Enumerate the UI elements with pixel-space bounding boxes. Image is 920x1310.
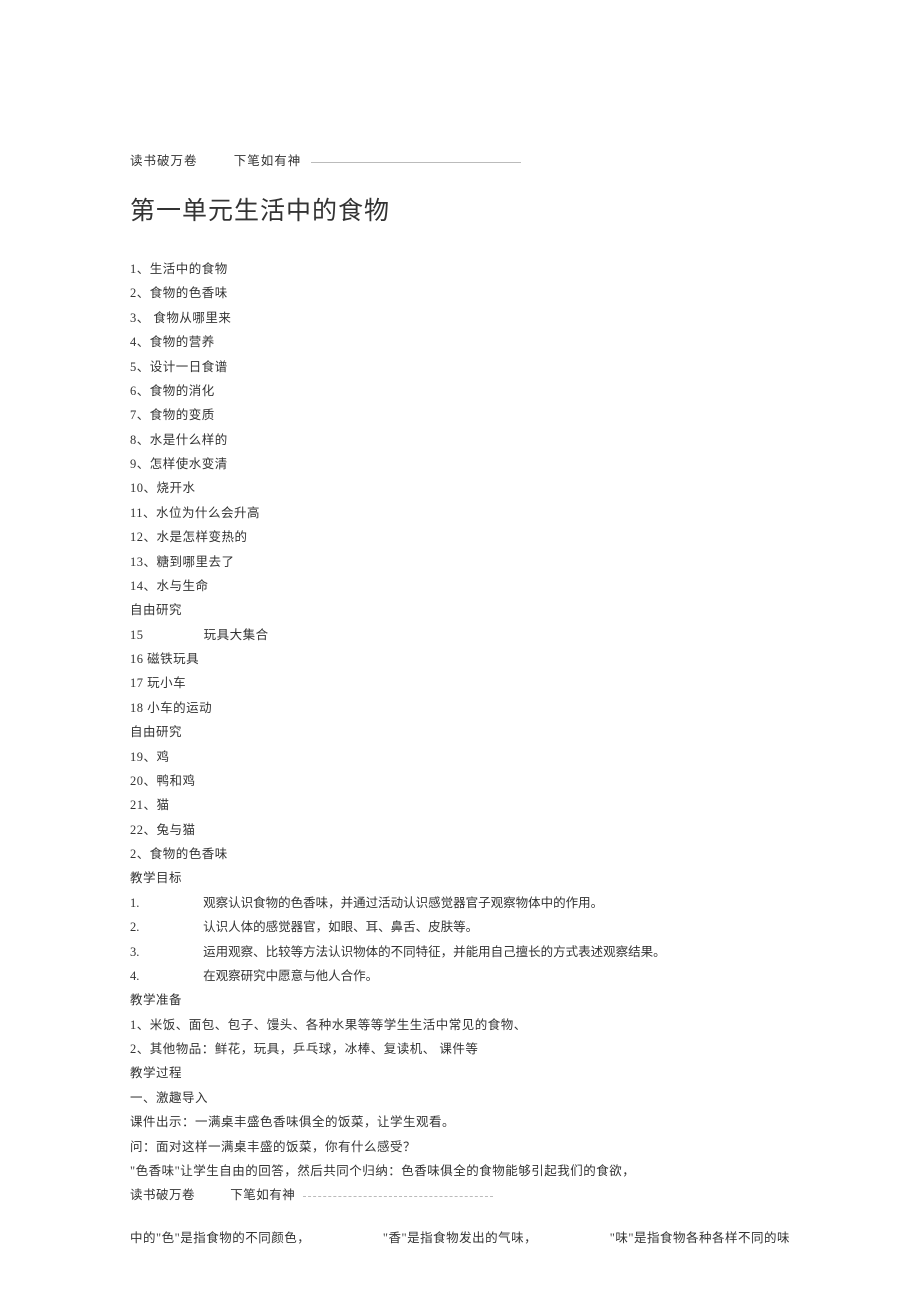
objective-number: 3. [130,940,200,964]
header-part1: 读书破万卷 [130,154,198,168]
toc-item: 22、兔与猫 [130,818,790,842]
tail-line: 中的"色"是指食物的不同颜色， "香"是指食物发出的气味， "味"是指食物各种各… [130,1226,790,1250]
header-part2: 下笔如有神 [234,154,302,168]
toc-item: 2、食物的色香味 [130,842,790,866]
toc-item-text: 玩具大集合 [204,628,269,642]
objective-item: 1. 观察认识食物的色香味，并通过活动认识感觉器官子观察物体中的作用。 [130,891,790,915]
objective-text: 观察认识食物的色香味，并通过活动认识感觉器官子观察物体中的作用。 [203,896,603,910]
objective-number: 4. [130,964,200,988]
tail-seg1: 中的"色"是指食物的不同颜色， [130,1226,310,1250]
objective-text: 运用观察、比较等方法认识物体的不同特征，并能用自己擅长的方式表述观察结果。 [203,945,666,959]
prep-item: 2、其他物品：鲜花，玩具，乒乓球，冰棒、复读机、 课件等 [130,1037,790,1061]
toc-item: 20、鸭和鸡 [130,769,790,793]
objective-number: 2. [130,915,200,939]
toc-item: 1、生活中的食物 [130,257,790,281]
process-heading: 教学过程 [130,1061,790,1085]
objectives-heading: 教学目标 [130,866,790,890]
footer-part2: 下笔如有神 [230,1188,295,1202]
toc-item: 5、设计一日食谱 [130,355,790,379]
toc-item: 14、水与生命 [130,574,790,598]
toc-item: 12、水是怎样变热的 [130,525,790,549]
process-subheading: 一、激趣导入 [130,1086,790,1110]
toc-item: 13、糖到哪里去了 [130,550,790,574]
toc-item: 6、食物的消化 [130,379,790,403]
toc-list: 1、生活中的食物 2、食物的色香味 3、 食物从哪里来 4、食物的营养 5、设计… [130,257,790,866]
tail-seg2: "香"是指食物发出的气味， [383,1226,537,1250]
page-footer: 读书破万卷 下笔如有神 [130,1183,790,1207]
objective-item: 4. 在观察研究中愿意与他人合作。 [130,964,790,988]
toc-item: 16 磁铁玩具 [130,647,790,671]
page-header: 读书破万卷 下笔如有神 [130,150,790,169]
toc-item: 10、烧开水 [130,476,790,500]
process-line: 问：面对这样一满桌丰盛的饭菜，你有什么感受？ [130,1135,790,1159]
toc-item: 15 玩具大集合 [130,623,790,647]
toc-item: 2、食物的色香味 [130,281,790,305]
toc-item-number: 15 [130,623,200,647]
footer-dash-underline [303,1196,493,1197]
prep-item: 1、米饭、面包、包子、馒头、各种水果等等学生生活中常见的食物、 [130,1013,790,1037]
toc-item: 18 小车的运动 [130,696,790,720]
objective-text: 在观察研究中愿意与他人合作。 [203,969,378,983]
objective-text: 认识人体的感觉器官，如眼、耳、鼻舌、皮肤等。 [203,920,478,934]
toc-item: 8、水是什么样的 [130,428,790,452]
toc-item: 11、水位为什么会升高 [130,501,790,525]
toc-item: 自由研究 [130,598,790,622]
objective-item: 2. 认识人体的感觉器官，如眼、耳、鼻舌、皮肤等。 [130,915,790,939]
document-page: 读书破万卷 下笔如有神 第一单元生活中的食物 1、生活中的食物 2、食物的色香味… [0,0,920,1310]
toc-item: 4、食物的营养 [130,330,790,354]
objective-item: 3. 运用观察、比较等方法认识物体的不同特征，并能用自己擅长的方式表述观察结果。 [130,940,790,964]
footer-part1: 读书破万卷 [130,1188,195,1202]
toc-item: 自由研究 [130,720,790,744]
process-line: "色香味"让学生自由的回答，然后共同个归纳：色香味俱全的食物能够引起我们的食欲， [130,1159,790,1183]
prep-heading: 教学准备 [130,988,790,1012]
unit-title: 第一单元生活中的食物 [130,191,790,227]
header-underline [311,162,521,163]
objective-number: 1. [130,891,200,915]
tail-seg3: "味"是指食物各种各样不同的味 [610,1226,790,1250]
toc-item: 7、食物的变质 [130,403,790,427]
toc-item: 3、 食物从哪里来 [130,306,790,330]
toc-item: 9、怎样使水变清 [130,452,790,476]
toc-item: 17 玩小车 [130,671,790,695]
toc-item: 19、鸡 [130,745,790,769]
process-line: 课件出示：一满桌丰盛色香味俱全的饭菜，让学生观看。 [130,1110,790,1134]
toc-item: 21、猫 [130,793,790,817]
